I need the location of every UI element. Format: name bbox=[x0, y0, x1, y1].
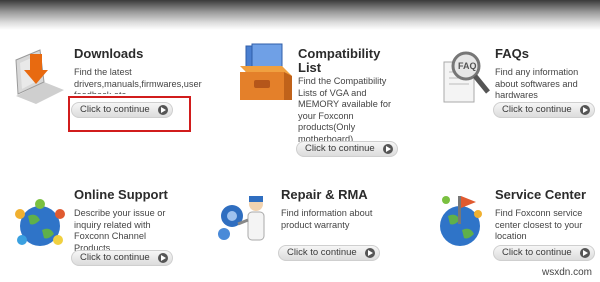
service-center-continue-button[interactable]: Click to continue bbox=[493, 245, 595, 261]
file-box-icon bbox=[240, 43, 292, 100]
svg-text:FAQ: FAQ bbox=[458, 61, 477, 71]
repair-rma-continue-button[interactable]: Click to continue bbox=[278, 245, 380, 261]
arrow-right-icon bbox=[158, 253, 168, 263]
downloads-title: Downloads bbox=[74, 46, 144, 61]
online-support-continue-button[interactable]: Click to continue bbox=[71, 250, 173, 266]
button-label: Click to continue bbox=[287, 247, 357, 258]
arrow-right-icon bbox=[580, 248, 590, 258]
compatibility-continue-button[interactable]: Click to continue bbox=[296, 141, 398, 157]
faqs-description: Find any information about softwares and… bbox=[495, 67, 579, 100]
service-center-description: Find Foxconn service center closest to y… bbox=[495, 208, 583, 241]
repair-technician-icon bbox=[218, 196, 265, 241]
button-label: Click to continue bbox=[80, 252, 150, 263]
button-label: Click to continue bbox=[502, 247, 572, 258]
downloads-description: Find the latest drivers,manuals,firmware… bbox=[74, 67, 202, 94]
top-banner bbox=[0, 0, 600, 30]
downloads-laptop-icon bbox=[15, 49, 64, 104]
arrow-right-icon bbox=[365, 248, 375, 258]
faqs-title: FAQs bbox=[495, 46, 529, 61]
globe-location-icon bbox=[440, 196, 482, 246]
faq-magnifier-icon: FAQ bbox=[443, 51, 490, 103]
repair-rma-description: Find information about product warranty bbox=[281, 208, 373, 230]
button-label: Click to continue bbox=[305, 143, 375, 154]
repair-rma-title: Repair & RMA bbox=[281, 187, 368, 202]
faqs-continue-button[interactable]: Click to continue bbox=[493, 102, 595, 118]
compatibility-description: Find the Compatibility Lists of VGA and … bbox=[298, 76, 392, 144]
watermark: wsxdn.com bbox=[541, 267, 592, 278]
arrow-right-icon bbox=[383, 144, 393, 154]
globe-people-icon bbox=[15, 199, 65, 246]
online-support-description: Describe your issue or inquiry related w… bbox=[74, 208, 166, 253]
arrow-right-icon bbox=[580, 105, 590, 115]
button-label: Click to continue bbox=[502, 104, 572, 115]
online-support-title: Online Support bbox=[74, 187, 168, 202]
red-highlight-box bbox=[68, 96, 191, 132]
compatibility-title: Compatibility List bbox=[298, 46, 381, 75]
service-center-title: Service Center bbox=[495, 187, 587, 202]
